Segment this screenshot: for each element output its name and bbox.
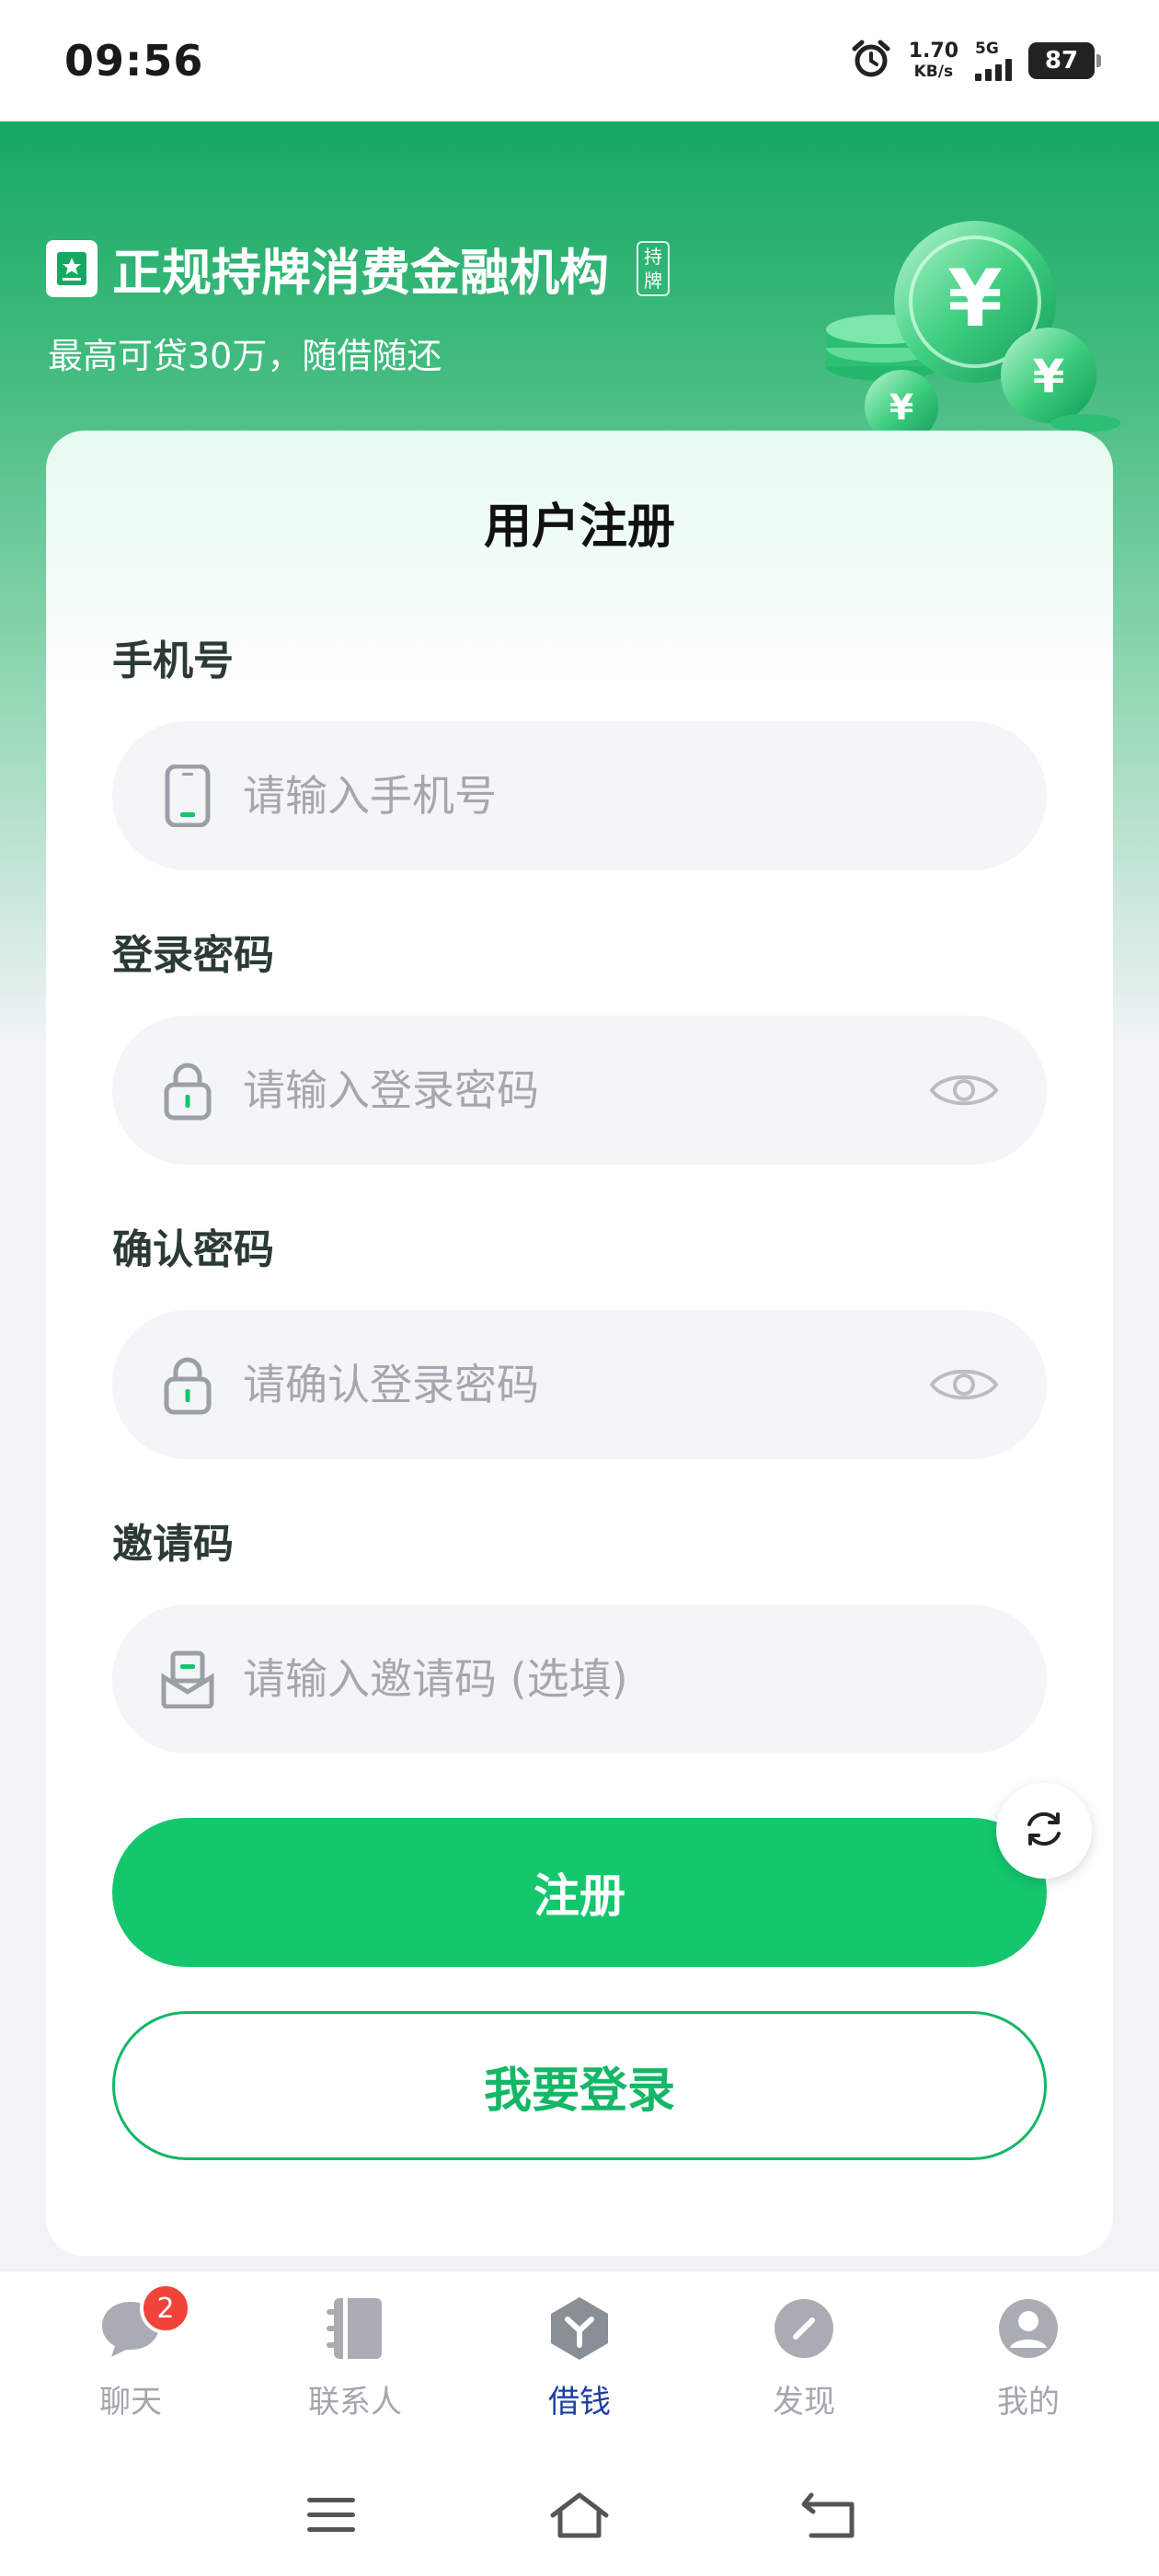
phone-field[interactable] [112, 721, 1047, 870]
confirm-password-field[interactable] [112, 1310, 1047, 1459]
svg-text:¥: ¥ [889, 387, 913, 428]
refresh-button[interactable] [996, 1783, 1092, 1879]
license-tag: 持牌 [637, 240, 670, 296]
invite-code-field[interactable] [112, 1604, 1047, 1754]
nav-label: 发现 [773, 2384, 835, 2421]
status-bar: 09:56 1.70 KB/s 5G 87 [0, 0, 1159, 121]
svg-text:¥: ¥ [1033, 350, 1065, 403]
phone-icon [160, 764, 215, 828]
discover-icon [769, 2294, 839, 2363]
show-password-icon[interactable] [929, 1067, 999, 1113]
signal-bars-icon [975, 58, 1012, 81]
invite-code-label: 邀请码 [112, 1521, 234, 1568]
lock-icon [160, 1058, 215, 1122]
hero-subtitle: 最高可贷30万，随借随还 [48, 336, 442, 376]
profile-icon [993, 2294, 1063, 2363]
hero-title: 正规持牌消费金融机构 [112, 244, 609, 302]
signal-indicator: 5G [975, 39, 1012, 81]
svg-text:¥: ¥ [947, 253, 1003, 345]
password-label: 登录密码 [112, 932, 274, 979]
net-speed-unit: KB/s [913, 63, 954, 81]
network-type: 5G [975, 39, 999, 58]
register-button[interactable]: 注册 [112, 1818, 1047, 1967]
nav-item-chat[interactable]: 2 聊天 [29, 2271, 232, 2421]
nav-item-discover[interactable]: 发现 [703, 2271, 905, 2421]
home-icon[interactable] [543, 2478, 616, 2552]
login-button[interactable]: 我要登录 [112, 2011, 1047, 2160]
system-nav-bar [0, 2455, 1159, 2576]
bottom-nav: 2 聊天 联系人 借钱 发现 我的 [0, 2271, 1159, 2455]
invite-code-input[interactable] [243, 1654, 999, 1704]
coins-illustration: ¥ ¥ ¥ [809, 210, 1122, 443]
password-field[interactable] [112, 1016, 1047, 1165]
nav-label: 聊天 [99, 2384, 162, 2421]
envelope-icon [160, 1647, 215, 1711]
show-confirm-password-icon[interactable] [929, 1362, 999, 1408]
app-screen: 09:56 1.70 KB/s 5G 87 正规持牌消费金融机构 持牌 最高可贷… [0, 0, 1159, 2576]
alarm-icon [850, 38, 892, 84]
confirm-password-input[interactable] [243, 1360, 929, 1409]
nav-label: 借钱 [548, 2384, 611, 2421]
unread-badge: 2 [140, 2283, 191, 2334]
page-title: 用户注册 [483, 500, 675, 555]
menu-icon[interactable] [294, 2478, 368, 2552]
phone-input[interactable] [243, 771, 999, 821]
back-icon[interactable] [791, 2478, 865, 2552]
nav-label: 联系人 [308, 2384, 402, 2421]
register-card: 用户注册 手机号 登录密码 [46, 431, 1113, 2256]
confirm-password-label: 确认密码 [112, 1226, 274, 1273]
battery-icon: 87 [1028, 42, 1101, 79]
nav-item-loan[interactable]: 借钱 [478, 2271, 681, 2421]
refresh-icon [1021, 1806, 1067, 1856]
password-input[interactable] [243, 1065, 929, 1115]
lock-icon [160, 1352, 215, 1417]
phone-label: 手机号 [112, 638, 234, 684]
nav-item-contacts[interactable]: 联系人 [254, 2271, 456, 2421]
status-icons: 1.70 KB/s 5G 87 [850, 38, 1101, 84]
loan-icon [545, 2294, 614, 2363]
certificate-icon [46, 239, 98, 297]
net-speed-value: 1.70 [908, 40, 958, 63]
nav-label: 我的 [997, 2384, 1060, 2421]
contacts-icon [320, 2294, 390, 2363]
clock: 09:56 [64, 36, 204, 86]
net-speed: 1.70 KB/s [909, 41, 958, 80]
hero-title-row: 正规持牌消费金融机构 持牌 [46, 232, 670, 305]
nav-item-profile[interactable]: 我的 [927, 2271, 1130, 2421]
